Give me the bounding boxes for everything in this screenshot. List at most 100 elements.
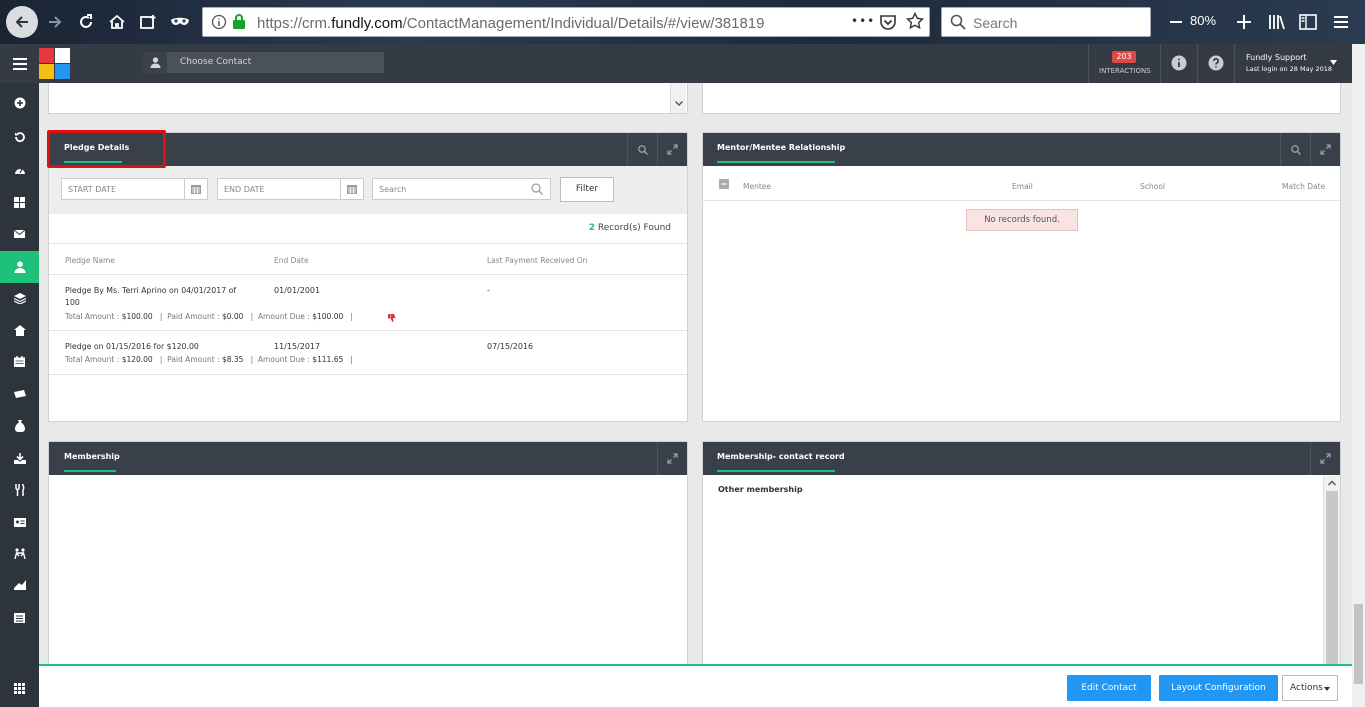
panel-title[interactable]: Membership- contact record <box>717 452 845 461</box>
no-records-message: No records found. <box>966 209 1078 231</box>
address-bar[interactable]: https://crm.fundly.com/ContactManagement… <box>202 7 930 37</box>
expand-icon[interactable] <box>657 442 687 475</box>
membership-contact-panel: Membership- contact record Other members… <box>702 441 1341 676</box>
info-icon[interactable] <box>1171 55 1187 71</box>
document-icon[interactable] <box>0 602 39 634</box>
forward-arrow-icon <box>49 16 62 28</box>
chart-icon[interactable] <box>0 569 39 601</box>
search-icon <box>950 14 966 30</box>
home-icon <box>109 14 125 29</box>
layout-configuration-button[interactable]: Layout Configuration <box>1159 675 1278 701</box>
hamburger-icon <box>12 57 27 70</box>
active-tab-underline <box>717 470 835 472</box>
actions-dropdown[interactable]: Actions <box>1282 675 1338 701</box>
pledge-amounts: Total Amount : $120.00 | Paid Amount : $… <box>65 355 353 364</box>
pocket-icon[interactable] <box>879 13 897 31</box>
id-card-icon[interactable] <box>0 506 39 538</box>
pledge-name-link[interactable]: Pledge on 01/15/2016 for $120.00 <box>65 342 199 351</box>
new-tab-button[interactable] <box>134 8 162 36</box>
menu-button[interactable] <box>1327 8 1355 36</box>
divider <box>49 330 687 331</box>
reload-button[interactable] <box>72 8 100 36</box>
divider <box>49 243 687 244</box>
column-header: School <box>1140 182 1165 191</box>
bookmark-star-icon[interactable] <box>906 12 924 30</box>
home-button[interactable] <box>103 8 131 36</box>
expand-icon[interactable] <box>1310 442 1340 475</box>
minus-icon <box>721 183 727 185</box>
thumbs-down-icon[interactable] <box>388 314 396 322</box>
contacts-icon[interactable] <box>0 251 39 283</box>
chevron-down-icon <box>1324 687 1330 691</box>
url-text[interactable]: https://crm.fundly.com/ContactManagement… <box>257 15 765 32</box>
interactions-badge[interactable]: 203 <box>1112 51 1136 63</box>
panel-title[interactable]: Mentor/Mentee Relationship <box>717 143 845 152</box>
search-icon[interactable] <box>627 133 657 166</box>
back-button[interactable] <box>6 6 38 38</box>
pledge-name-link[interactable]: 100 <box>65 298 80 307</box>
library-button[interactable] <box>1263 8 1291 36</box>
filter-button[interactable]: Filter <box>560 177 614 202</box>
mail-icon[interactable] <box>0 218 39 250</box>
sidebar-icon <box>1299 14 1317 30</box>
search-icon <box>531 183 543 195</box>
nav-toggle[interactable] <box>0 44 39 83</box>
start-date-input[interactable]: START DATE <box>61 178 208 200</box>
scrollbar[interactable] <box>670 83 686 113</box>
end-date-input[interactable]: END DATE <box>217 178 364 200</box>
edit-contact-button[interactable]: Edit Contact <box>1067 675 1151 701</box>
scrollbar-thumb[interactable] <box>1354 604 1363 684</box>
last-payment: - <box>487 286 490 295</box>
header-divider <box>1197 44 1198 83</box>
help-icon[interactable] <box>1208 55 1224 71</box>
choose-contact-input[interactable]: Choose Contact <box>143 52 384 73</box>
previous-panel-left <box>48 83 688 114</box>
layers-icon[interactable] <box>0 282 39 314</box>
panel-title[interactable]: Membership <box>64 452 120 461</box>
browser-search-input[interactable]: Search <box>941 7 1151 37</box>
user-icon <box>143 52 167 73</box>
home-icon[interactable] <box>0 314 39 346</box>
add-icon[interactable] <box>0 87 39 119</box>
apps-icon[interactable] <box>0 672 39 704</box>
expand-icon[interactable] <box>1310 133 1340 166</box>
sidebar-button[interactable] <box>1294 8 1322 36</box>
page-scrollbar[interactable] <box>1352 44 1365 707</box>
mentor-panel-header: Mentor/Mentee Relationship <box>703 133 1340 166</box>
expand-icon[interactable] <box>657 133 687 166</box>
calendar-icon[interactable] <box>340 179 363 199</box>
download-icon[interactable] <box>0 442 39 474</box>
user-dropdown-icon[interactable] <box>1330 60 1337 65</box>
pledge-name-link[interactable]: Pledge By Ms. Terri Aprino on 04/01/2017… <box>65 286 236 295</box>
zoom-out-button[interactable] <box>1162 8 1190 36</box>
new-tab-icon <box>140 15 156 29</box>
zoom-in-button[interactable] <box>1230 8 1258 36</box>
last-login: Last login on 28 May 2018 <box>1246 65 1333 73</box>
calendar-icon[interactable] <box>0 345 39 377</box>
dashboard-icon[interactable] <box>0 154 39 186</box>
zoom-level[interactable]: 80% <box>1190 13 1216 28</box>
history-icon[interactable] <box>0 121 39 153</box>
user-name[interactable]: Fundly Support <box>1246 53 1307 62</box>
ticket-icon[interactable] <box>0 378 39 410</box>
pledge-search-input[interactable]: Search <box>372 178 551 200</box>
page-actions-icon[interactable]: ••• <box>851 14 875 28</box>
info-icon[interactable] <box>211 14 227 30</box>
scrollbar[interactable] <box>1323 476 1340 676</box>
forward-button[interactable] <box>41 8 69 36</box>
fundly-logo[interactable] <box>39 48 70 79</box>
membership-contact-header: Membership- contact record <box>703 442 1340 475</box>
library-icon <box>1269 15 1285 30</box>
pledge-details-panel: Pledge Details START DATE END DATE Searc… <box>48 132 688 422</box>
grid-icon[interactable] <box>0 186 39 218</box>
search-icon[interactable] <box>1280 133 1310 166</box>
money-bag-icon[interactable] <box>0 410 39 442</box>
utensils-icon[interactable] <box>0 474 39 506</box>
interactions-label[interactable]: INTERACTIONS <box>1099 67 1151 75</box>
divider <box>703 200 1340 201</box>
scrollbar-thumb[interactable] <box>1326 491 1338 671</box>
calendar-icon[interactable] <box>184 179 207 199</box>
select-all-checkbox[interactable] <box>719 179 729 189</box>
private-browsing-button[interactable] <box>166 8 194 36</box>
volunteer-icon[interactable] <box>0 537 39 569</box>
